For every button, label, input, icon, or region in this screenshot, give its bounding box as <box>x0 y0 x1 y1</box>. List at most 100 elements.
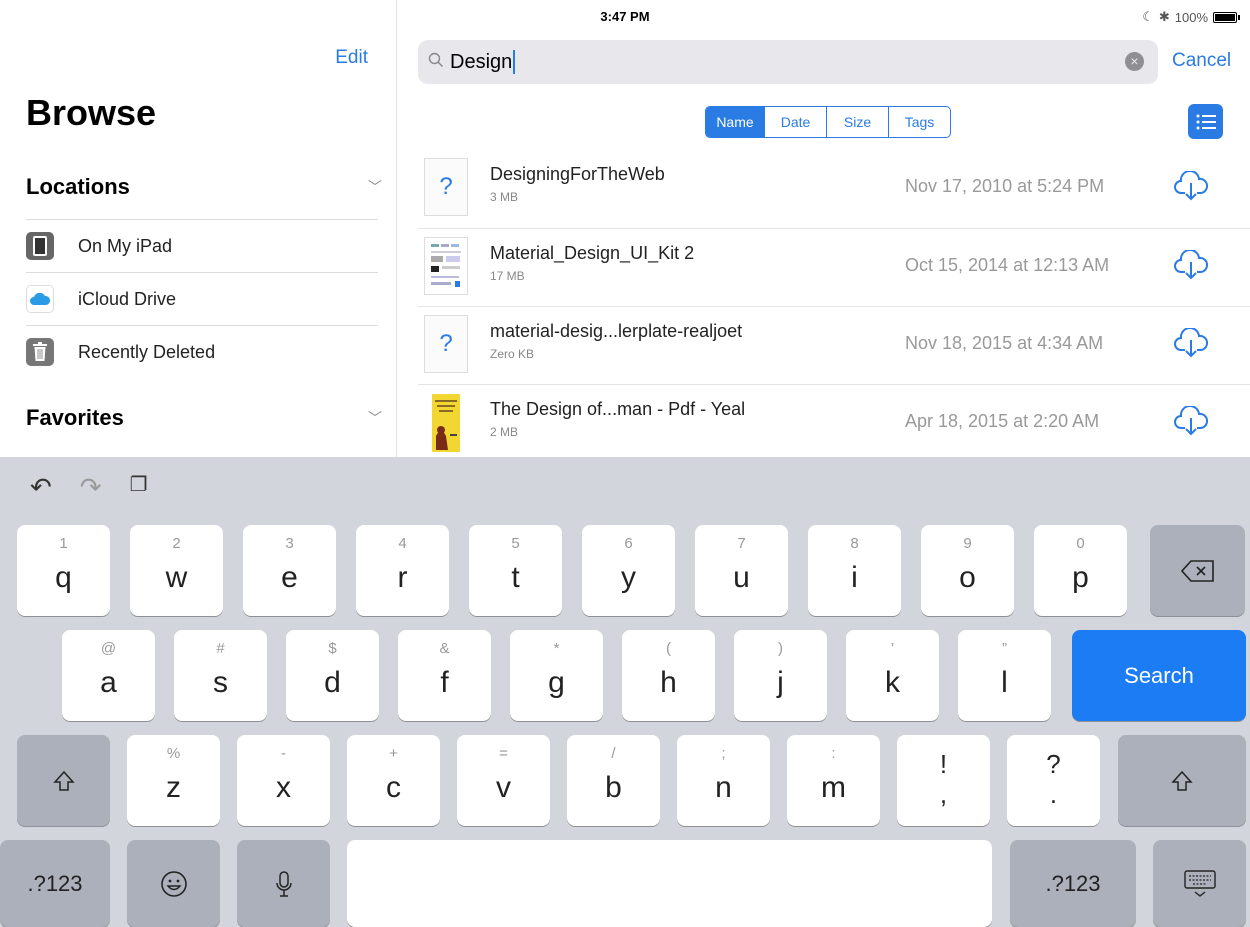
key-d[interactable]: $ d <box>286 630 379 721</box>
dictation-key[interactable] <box>237 840 330 927</box>
sidebar-item-icloud-drive[interactable]: iCloud Drive <box>26 273 378 325</box>
undo-icon[interactable]: ↶ <box>30 472 52 503</box>
key-r[interactable]: 4r <box>356 525 449 616</box>
keyboard-shortcut-bar: ↶ ↷ ❐ <box>30 472 148 503</box>
file-size: 2 MB <box>490 425 519 439</box>
key-c[interactable]: + c <box>347 735 440 826</box>
key-p[interactable]: 0p <box>1034 525 1127 616</box>
edit-button[interactable]: Edit <box>335 47 368 69</box>
locations-header[interactable]: Locations ﹀ <box>26 174 382 200</box>
text-cursor <box>513 50 516 74</box>
sidebar-item-label: Recently Deleted <box>78 341 216 362</box>
favorites-header[interactable]: Favorites ﹀ <box>26 405 382 431</box>
key-m[interactable]: :m <box>787 735 880 826</box>
cloud-download-icon[interactable] <box>1173 171 1209 201</box>
keyboard-dismiss-icon <box>1183 869 1216 897</box>
search-field[interactable]: Design × <box>418 40 1158 84</box>
unknown-file-icon: ? <box>424 315 468 373</box>
sort-size-tab[interactable]: Size <box>826 107 888 137</box>
key-j[interactable]: ) j <box>734 630 827 721</box>
file-row[interactable]: Material_Design_UI_Kit 2 17 MB Oct 15, 2… <box>418 229 1250 306</box>
file-size: Zero KB <box>490 347 535 361</box>
clear-icon[interactable]: × <box>1125 52 1144 71</box>
shift-key-left[interactable] <box>17 735 110 826</box>
space-bar[interactable] <box>347 840 992 927</box>
files-app-screen: iPad 3:47 PM ☾ ✱ 100% Edit Browse Locati… <box>0 0 1250 927</box>
chevron-down-icon[interactable]: ﹀ <box>368 408 382 428</box>
emoji-icon <box>160 870 187 897</box>
key-exclamation-comma[interactable]: !, <box>897 735 990 826</box>
key-x[interactable]: -x <box>237 735 330 826</box>
numbers-key-right[interactable]: .?123 <box>1010 840 1136 927</box>
key-h[interactable]: (h <box>622 630 715 721</box>
file-name: DesigningForTheWeb <box>490 164 665 184</box>
key-y[interactable]: 6y <box>582 525 675 616</box>
key-o[interactable]: 9o <box>921 525 1014 616</box>
file-row[interactable]: The Design of...man - Pdf - Yeal 2 MB Ap… <box>418 385 1250 462</box>
dismiss-keyboard-key[interactable] <box>1153 840 1246 927</box>
sidebar-item-recently-deleted[interactable]: Recently Deleted <box>26 326 378 378</box>
cancel-button[interactable]: Cancel <box>1172 50 1231 72</box>
key-n[interactable]: ; n <box>677 735 770 826</box>
chevron-down-icon[interactable]: ﹀ <box>368 177 382 197</box>
file-date: Oct 15, 2014 at 12:13 AM <box>905 255 1110 275</box>
key-z[interactable]: % z <box>127 735 220 826</box>
sidebar: Edit Browse Locations ﹀ On My iPad iClou… <box>0 0 397 457</box>
file-size: 17 MB <box>490 269 525 283</box>
unknown-file-icon: ? <box>424 158 468 216</box>
shift-key-right[interactable] <box>1118 735 1246 826</box>
ipad-icon <box>26 232 54 260</box>
file-date: Nov 17, 2010 at 5:24 PM <box>905 176 1105 196</box>
file-name: material-desig...lerplate-realjoet <box>490 321 743 341</box>
search-key[interactable]: Search <box>1072 630 1246 721</box>
key-g[interactable]: * g <box>510 630 603 721</box>
key-i[interactable]: 8i <box>808 525 901 616</box>
key-question-period[interactable]: ?. <box>1007 735 1100 826</box>
file-name: The Design of...man - Pdf - Yeal <box>490 399 746 419</box>
key-u[interactable]: 7u <box>695 525 788 616</box>
search-icon <box>428 52 444 73</box>
backspace-icon <box>1180 559 1214 582</box>
file-row[interactable]: ? material-desig...lerplate-realjoet Zer… <box>418 307 1250 384</box>
file-date: Nov 18, 2015 at 4:34 AM <box>905 333 1104 353</box>
sort-date-tab[interactable]: Date <box>764 107 826 137</box>
key-b[interactable]: / b <box>567 735 660 826</box>
paste-icon[interactable]: ❐ <box>130 472 148 503</box>
key-f[interactable]: & f <box>398 630 491 721</box>
microphone-icon <box>275 870 292 897</box>
key-w[interactable]: 2w <box>130 525 223 616</box>
favorites-header-label: Favorites <box>26 405 124 430</box>
cloud-download-icon[interactable] <box>1173 250 1209 280</box>
key-l[interactable]: ” l <box>958 630 1051 721</box>
sidebar-item-on-my-ipad[interactable]: On My iPad <box>26 220 378 272</box>
battery-percent: 100% <box>1174 9 1208 25</box>
moon-icon: ☾ <box>1142 9 1154 24</box>
keyboard: ↶ ↷ ❐ 1q 2w 3e 4r 5t 6y 7u 8i 9o 0p @ a #… <box>0 457 1250 927</box>
key-q[interactable]: 1q <box>17 525 110 616</box>
list-view-button[interactable] <box>1188 104 1223 139</box>
page-title: Browse <box>26 92 157 133</box>
sort-segmented-control: Name Date Size Tags <box>705 106 951 138</box>
redo-icon[interactable]: ↷ <box>80 472 102 503</box>
key-v[interactable]: = v <box>457 735 550 826</box>
sidebar-item-label: On My iPad <box>78 235 173 256</box>
file-name: Material_Design_UI_Kit 2 <box>490 243 695 263</box>
emoji-key[interactable] <box>127 840 220 927</box>
key-k[interactable]: ’ k <box>846 630 939 721</box>
key-e[interactable]: 3e <box>243 525 336 616</box>
key-s[interactable]: # s <box>174 630 267 721</box>
list-icon <box>1196 114 1216 129</box>
cloud-download-icon[interactable] <box>1173 406 1209 436</box>
sort-name-tab[interactable]: Name <box>706 107 764 137</box>
shift-icon <box>1171 770 1193 791</box>
file-row[interactable]: ? DesigningForTheWeb 3 MB Nov 17, 2010 a… <box>418 150 1250 227</box>
trash-icon <box>26 338 54 366</box>
cloud-download-icon[interactable] <box>1173 328 1209 358</box>
delete-key[interactable] <box>1150 525 1245 616</box>
key-t[interactable]: 5t <box>469 525 562 616</box>
sort-tags-tab[interactable]: Tags <box>888 107 950 137</box>
search-input[interactable]: Design <box>450 51 512 74</box>
key-a[interactable]: @ a <box>62 630 155 721</box>
icloud-icon <box>26 285 54 313</box>
numbers-key-left[interactable]: .?123 <box>0 840 110 927</box>
